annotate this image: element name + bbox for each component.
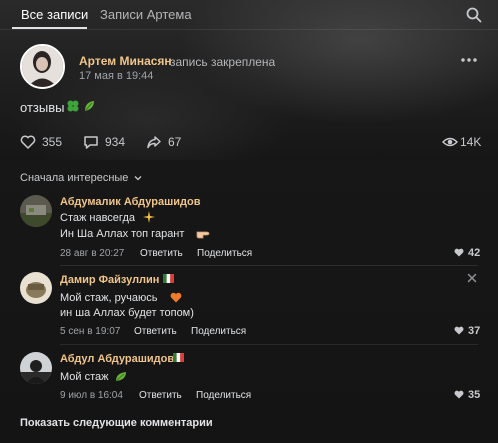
wall: Все записи Записи Артема Артем Минасян з…: [0, 0, 498, 443]
share-count: 67: [168, 135, 182, 149]
heart-icon: [454, 390, 464, 399]
comment-date[interactable]: 28 авг в 20:27: [60, 248, 124, 259]
clover-emoji-icon: [67, 100, 79, 112]
share-comment-button[interactable]: Поделиться: [197, 248, 252, 259]
post-author-name[interactable]: Артем Минасян: [79, 54, 172, 68]
chevron-down-icon: [135, 176, 142, 181]
tab-all-posts[interactable]: Все записи: [21, 7, 88, 22]
comment-author[interactable]: Абдумалик Абдурашидов: [60, 196, 200, 208]
comment-like-count: 42: [468, 247, 481, 259]
comment-divider: [60, 344, 478, 345]
wall-tabs: Все записи Записи Артема: [0, 0, 498, 30]
comment-text-line: ин ша Аллах будет топом): [60, 307, 194, 319]
comment-date[interactable]: 9 июл в 16:04: [60, 390, 123, 401]
comment-text-line: Ин Ша Аллах топ гарант: [60, 228, 185, 240]
comment-date[interactable]: 5 сен в 19:07: [60, 326, 120, 337]
comment-avatar[interactable]: [20, 195, 52, 227]
comment-avatar[interactable]: [20, 272, 52, 304]
tabs-divider: [0, 29, 498, 30]
reply-button[interactable]: Ответить: [139, 390, 182, 401]
eye-icon: [442, 137, 458, 147]
comment-divider: [60, 265, 478, 266]
comment-author[interactable]: Абдул Абдурашидов: [60, 353, 174, 365]
heart-icon: [454, 248, 464, 257]
heart-icon: [454, 326, 464, 335]
sparkles-emoji-icon: [143, 211, 155, 223]
comment-author[interactable]: Дамир Файзуллин: [60, 274, 159, 286]
show-more-comments-button[interactable]: Показать следующие комментарии: [20, 417, 213, 429]
pointing-hand-emoji-icon: [196, 231, 210, 239]
orange-heart-emoji-icon: [170, 292, 182, 303]
comment-text-line: Мой стаж, ручаюсь: [60, 292, 158, 304]
search-icon[interactable]: [465, 6, 483, 24]
reply-button[interactable]: Ответить: [140, 248, 183, 259]
comment-icon: [84, 136, 98, 149]
close-icon[interactable]: [466, 272, 478, 284]
views-count: 14K: [460, 135, 482, 149]
tab-owner-posts[interactable]: Записи Артема: [100, 7, 192, 22]
comment-text-line: Мой стаж: [60, 371, 109, 383]
share-icon: [147, 136, 161, 149]
post-text: отзывы: [20, 100, 65, 115]
flag-emoji-icon: [173, 353, 184, 362]
comments-sort-dropdown[interactable]: Сначала интересные: [20, 172, 142, 184]
post-date[interactable]: 17 мая в 19:44: [79, 70, 153, 82]
comment-text-line: Стаж навсегда: [60, 212, 135, 224]
comment-like-count: 37: [468, 325, 481, 337]
comment-like-count: 35: [468, 389, 481, 401]
post-pinned-label: запись закреплена: [170, 55, 276, 69]
flag-emoji-icon: [163, 274, 174, 283]
comment-avatar[interactable]: [20, 352, 52, 384]
reply-button[interactable]: Ответить: [134, 326, 177, 337]
author-avatar[interactable]: [20, 44, 65, 89]
share-comment-button[interactable]: Поделиться: [196, 390, 251, 401]
heart-icon: [20, 135, 36, 149]
like-count: 355: [42, 135, 63, 149]
sort-label: Сначала интересные: [20, 172, 129, 184]
leaves-emoji-icon: [84, 101, 94, 112]
share-comment-button[interactable]: Поделиться: [191, 326, 246, 337]
comment-count: 934: [105, 135, 126, 149]
leaves-emoji-icon: [115, 372, 126, 382]
more-icon[interactable]: [460, 54, 478, 66]
